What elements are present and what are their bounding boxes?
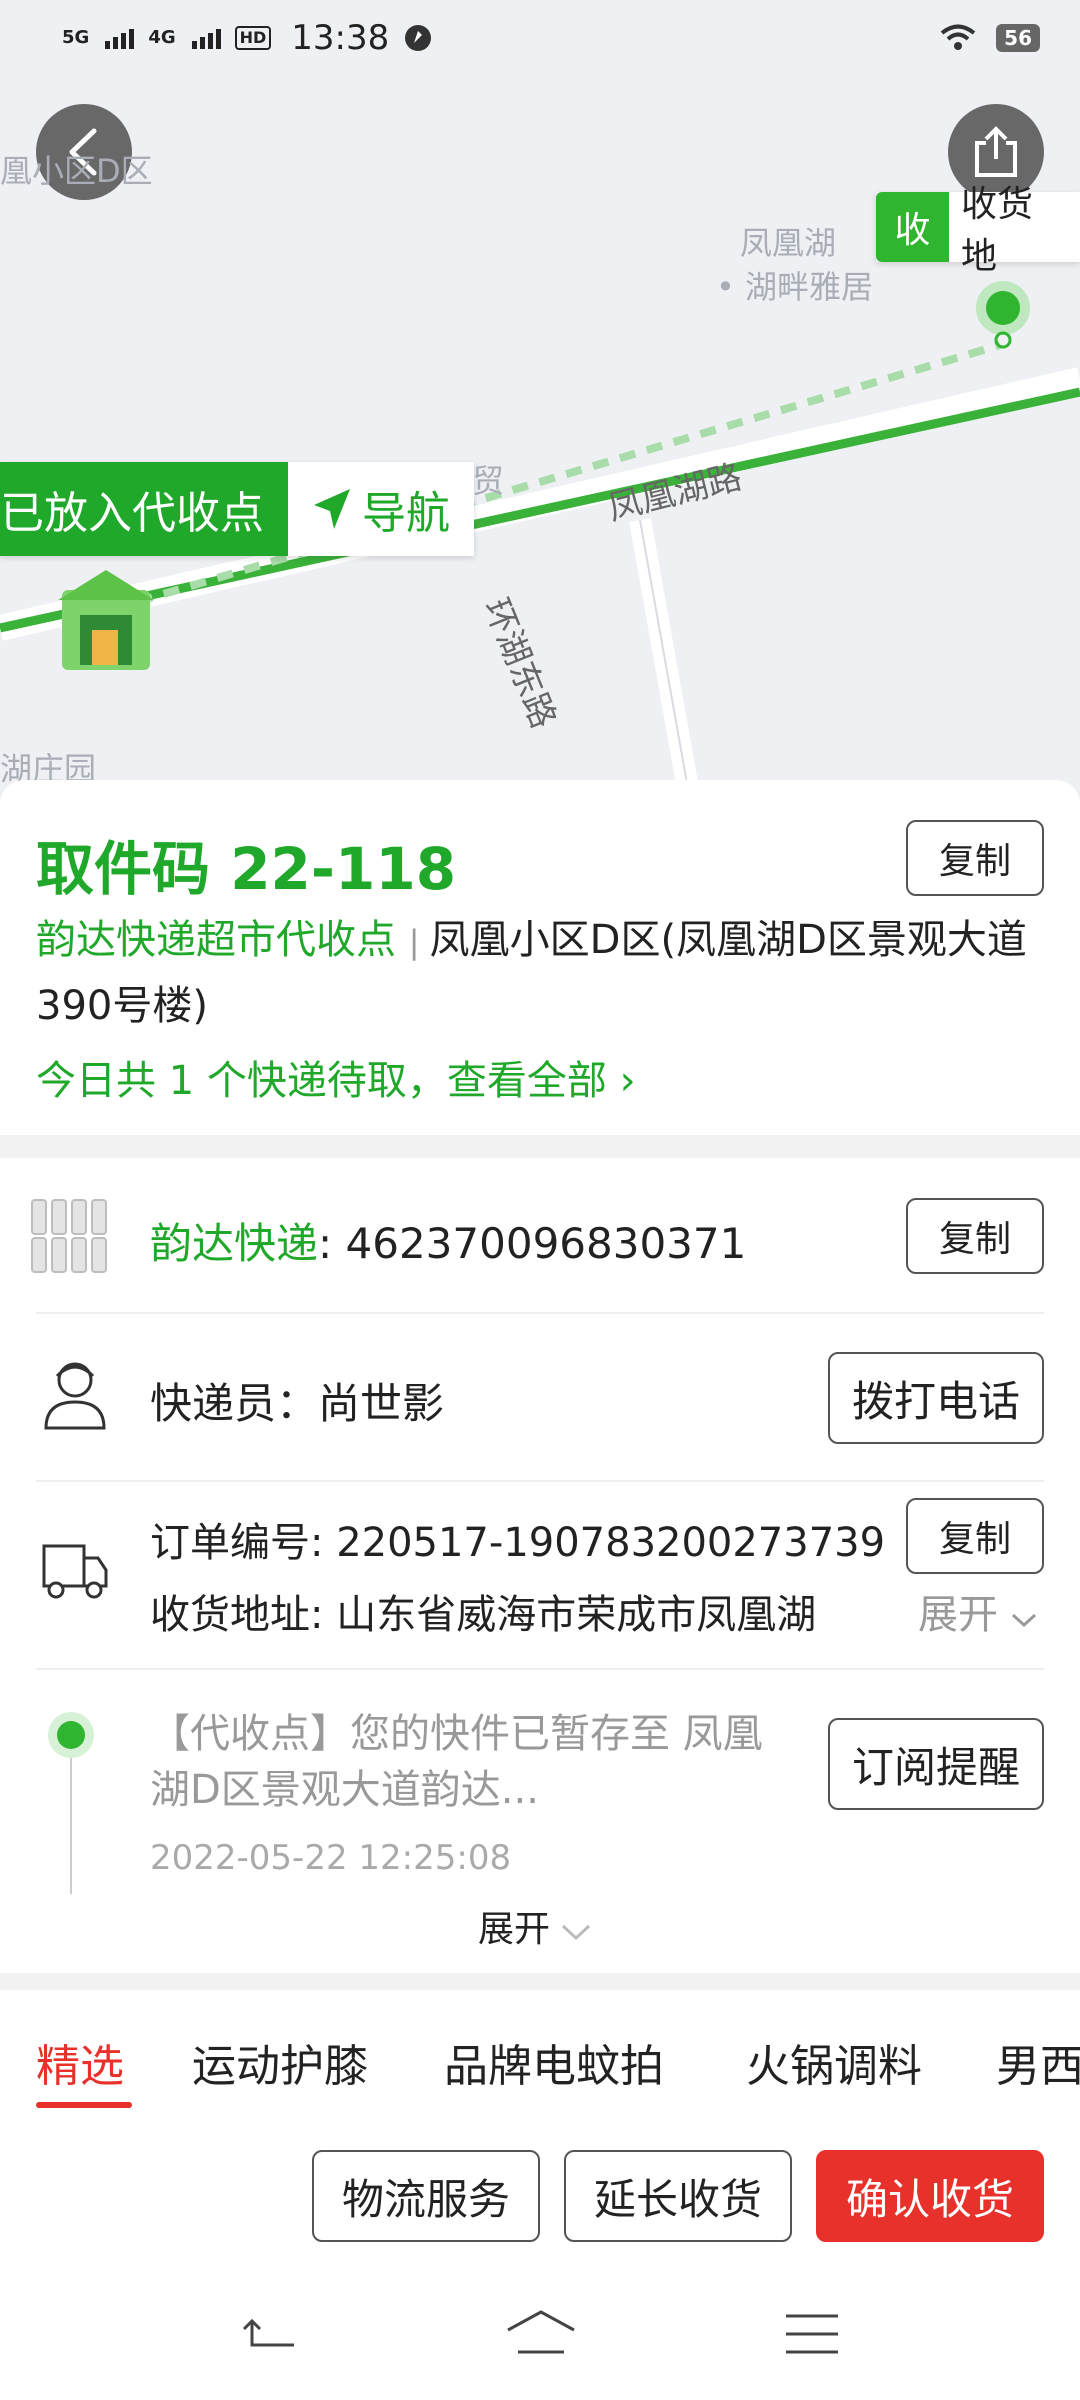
- hd-badge: HD: [234, 26, 272, 50]
- view-all-link[interactable]: 今日共 1 个快递待取，查看全部 ›: [36, 1048, 636, 1106]
- copy-order-button[interactable]: 复制: [906, 1498, 1044, 1574]
- chevron-down-icon: [562, 1924, 591, 1941]
- timeline-dot: [48, 1712, 94, 1758]
- tracking-time: 2022-05-22 12:25:08: [150, 1838, 512, 1878]
- destination-label: 收货地: [948, 184, 1080, 277]
- map-area-label: • 湖畔雅居: [716, 268, 874, 306]
- chevron-down-icon: [1011, 1613, 1036, 1628]
- nav-back-icon[interactable]: [240, 2315, 300, 2355]
- navigation-arrow-icon: [314, 489, 350, 529]
- carrier-name: 韵达快递: [150, 1219, 319, 1268]
- order-number: 订单编号: 220517-190783200273739: [150, 1520, 886, 1566]
- tab-featured[interactable]: 精选: [36, 2030, 124, 2094]
- destination-marker: [976, 281, 1030, 335]
- compass-icon: [405, 25, 432, 51]
- signal-bars-icon: [105, 27, 135, 49]
- copy-tracking-button[interactable]: 复制: [906, 1198, 1044, 1274]
- destination-tag: 收 收货地: [876, 184, 1080, 277]
- tracking-expand-button[interactable]: 展开: [478, 1900, 591, 1952]
- delivery-address: 收货地址: 山东省威海市荣成市凤凰湖: [150, 1592, 817, 1638]
- nav-menu-icon[interactable]: [784, 2312, 840, 2356]
- expand-label: 展开: [478, 1909, 551, 1950]
- tab-mosquito-swatter[interactable]: 品牌电蚊拍: [444, 2030, 664, 2094]
- timeline-line: [70, 1758, 72, 1894]
- pickup-card: 取件码 22-118 复制 韵达快递超市代收点 | 凤凰小区D区(凤凰湖D区景观…: [0, 780, 1080, 1135]
- tracking-row: 韵达快递: 462370096830371: [150, 1210, 746, 1271]
- tab-mens[interactable]: 男西: [996, 2030, 1080, 2094]
- divider: [36, 1312, 1044, 1314]
- clock: 13:38: [291, 18, 390, 58]
- courier-icon: [42, 1356, 108, 1434]
- pickup-status: 已放入代收点: [0, 462, 288, 556]
- pickup-location: 韵达快递超市代收点 | 凤凰小区D区(凤凰湖D区景观大道390号楼): [36, 917, 1027, 1029]
- subscribe-button[interactable]: 订阅提醒: [828, 1718, 1044, 1810]
- copy-pickup-code-button[interactable]: 复制: [906, 820, 1044, 896]
- address-expand-button[interactable]: 展开: [918, 1582, 1037, 1640]
- wifi-icon: [940, 24, 976, 50]
- signal-5g-label: 5G: [62, 27, 90, 48]
- divider: [36, 1480, 1044, 1482]
- call-courier-button[interactable]: 拨打电话: [828, 1352, 1044, 1444]
- courier-name: 快递员：尚世影: [150, 1379, 445, 1428]
- details-card: 韵达快递: 462370096830371 复制 快递员：尚世影 拨打电话 订单…: [0, 1158, 1080, 1973]
- pickup-code: 取件码 22-118: [36, 835, 457, 903]
- tab-knee-pads[interactable]: 运动护膝: [192, 2030, 368, 2094]
- chevron-right-icon: ›: [619, 1058, 636, 1104]
- nav-home-icon[interactable]: [504, 2308, 578, 2358]
- tracking-number: : 462370096830371: [318, 1219, 747, 1268]
- active-tab-indicator: [36, 2102, 132, 2108]
- signal-4g-label: 4G: [148, 27, 176, 48]
- signal-bars-icon: [191, 27, 221, 49]
- destination-badge: 收: [876, 192, 949, 262]
- map-area-label: 凰小区D区: [0, 152, 153, 190]
- tracking-latest-event: 【代收点】您的快件已暂存至 凤凰湖D区景观大道韵达...: [150, 1711, 763, 1813]
- map-area-label: 凤凰湖: [740, 224, 837, 262]
- battery-icon: 56: [996, 24, 1040, 52]
- map-view[interactable]: 凰小区D区 凤凰湖 • 湖畔雅居 商贸 湖庄园 凤凰湖路 环湖东路 收 收货地 …: [0, 0, 1080, 800]
- navigate-button[interactable]: 导航: [288, 462, 474, 556]
- expand-label: 展开: [918, 1592, 998, 1638]
- share-icon: [975, 126, 1017, 177]
- divider: [36, 1668, 1044, 1670]
- pickup-tag: 已放入代收点 导航: [0, 462, 474, 556]
- pickup-station: 韵达快递超市代收点: [36, 917, 396, 963]
- tab-hotpot-seasoning[interactable]: 火锅调料: [746, 2030, 922, 2094]
- recommend-tabs: 精选 运动护膝 品牌电蚊拍 火锅调料 男西: [0, 1990, 1080, 2120]
- truck-icon: [40, 1538, 110, 1606]
- navigate-label: 导航: [362, 488, 450, 539]
- carrier-logo: [30, 1198, 114, 1274]
- pickup-summary: 今日共 1 个快递待取，查看全部: [36, 1058, 607, 1104]
- status-bar: 5G 4G HD 13:38 56: [0, 0, 1080, 80]
- system-nav-bar: [0, 2170, 1080, 2370]
